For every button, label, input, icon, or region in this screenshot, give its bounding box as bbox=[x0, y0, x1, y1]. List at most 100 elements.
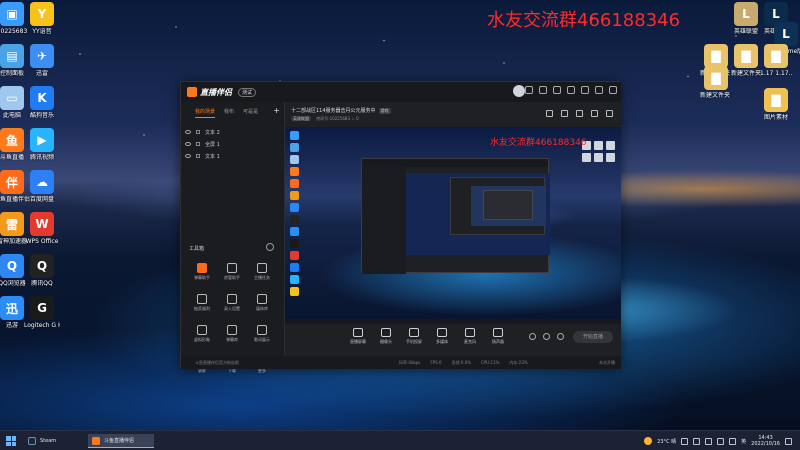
tray-app-icon[interactable] bbox=[681, 437, 689, 445]
message-icon[interactable] bbox=[525, 86, 533, 94]
stream-stats: 码率:0kbps FPS:0 丢帧:0.0% CPU:11% 内存:23% bbox=[399, 360, 528, 366]
tool-label: 弹幕库 bbox=[226, 337, 238, 342]
button-label: 直播屏幕 bbox=[350, 339, 366, 344]
audio-settings-icon[interactable] bbox=[543, 333, 550, 340]
desktop-icon[interactable]: ▇ 1.17 1.17... bbox=[760, 44, 792, 77]
game-pill[interactable]: 英雄联盟 bbox=[291, 116, 311, 121]
tool-button[interactable]: 房管助手 bbox=[217, 261, 247, 287]
tab-my-scenes[interactable]: 我的场景 bbox=[195, 108, 216, 118]
tab-two[interactable]: 我布 bbox=[224, 108, 234, 118]
user-icon[interactable] bbox=[576, 110, 583, 117]
desktop-icon[interactable]: Y YY语音 bbox=[24, 2, 60, 35]
desktop-icon[interactable]: W WPS Office bbox=[24, 212, 60, 245]
desktop-icon-label: WPS Office bbox=[25, 238, 59, 245]
tool-button[interactable]: 弹幕库 bbox=[217, 323, 247, 349]
phone-cast-button[interactable]: 手机投屏 bbox=[401, 328, 427, 345]
desktop-icon[interactable]: L 英雄联盟 bbox=[730, 2, 762, 35]
gear-icon[interactable] bbox=[557, 333, 564, 340]
lock-icon[interactable] bbox=[196, 130, 200, 134]
tool-button[interactable]: 抽奖福利 bbox=[187, 292, 217, 318]
tray-app-icon[interactable] bbox=[693, 437, 701, 445]
desktop-icon[interactable]: ▶ 腾讯视频 bbox=[24, 128, 60, 161]
eye-icon[interactable] bbox=[185, 142, 191, 146]
app-icon: G bbox=[30, 296, 54, 320]
record-icon[interactable] bbox=[529, 333, 536, 340]
desktop-icon-label: 腾讯视频 bbox=[29, 154, 54, 161]
stat-dropped: 丢帧:0.0% bbox=[451, 359, 472, 365]
bell-icon[interactable] bbox=[591, 110, 598, 117]
eye-icon[interactable] bbox=[185, 130, 191, 134]
media-button[interactable]: 多媒体 bbox=[429, 328, 455, 345]
category-badge[interactable]: 游戏 bbox=[378, 108, 391, 114]
desktop-icon[interactable]: ▇ 新建文件夹 bbox=[730, 44, 762, 77]
app-icon: 迅 bbox=[0, 296, 24, 320]
desktop-icon[interactable]: ▇ 图片素材 bbox=[760, 88, 792, 121]
maximize-icon[interactable] bbox=[595, 86, 603, 94]
tool-label: 弹幕助手 bbox=[194, 275, 210, 280]
room-title[interactable]: 十二部战区114服务器击丹公元服务中 游戏 bbox=[291, 107, 391, 114]
menu-icon[interactable] bbox=[567, 86, 575, 94]
app-icon: Q bbox=[30, 254, 54, 278]
desktop-icon[interactable]: G Logitech G HUB bbox=[24, 296, 60, 329]
tab-three[interactable]: 可是是 bbox=[243, 108, 258, 118]
start-button[interactable] bbox=[6, 436, 16, 446]
desktop-icon[interactable]: ✈ 迅雷 bbox=[24, 44, 60, 77]
taskbar-item-steam[interactable]: Steam bbox=[24, 434, 60, 448]
version-badge[interactable]: 测试 bbox=[238, 87, 257, 97]
list-item[interactable]: 文本 1 bbox=[181, 150, 284, 162]
input-language[interactable]: 英 bbox=[741, 438, 746, 445]
stream-preview[interactable]: 水友交流群466188346 bbox=[285, 127, 621, 324]
window-controls bbox=[525, 86, 617, 94]
tool-button[interactable]: 媒体库 bbox=[247, 292, 277, 318]
screen-capture-button[interactable]: 直播屏幕 bbox=[345, 328, 371, 345]
lock-icon[interactable] bbox=[196, 154, 200, 158]
tray-app-icon[interactable] bbox=[705, 437, 713, 445]
eye-icon[interactable] bbox=[185, 154, 191, 158]
weather-icon[interactable] bbox=[644, 437, 653, 445]
preview-app-icon bbox=[289, 167, 299, 176]
app-icon: ✈ bbox=[30, 44, 54, 68]
clock[interactable]: 14:43 2022/10/16 bbox=[751, 435, 780, 447]
weather-text[interactable]: 23°C 晴 bbox=[657, 438, 676, 445]
more-icon[interactable] bbox=[266, 243, 274, 251]
taskbar-item-live-companion[interactable]: 斗鱼直播伴侣 bbox=[88, 434, 154, 448]
app-icon: L bbox=[774, 22, 798, 46]
desktop-icon[interactable]: ▇ 新建文件夹 (3) bbox=[700, 66, 732, 99]
fan-group-link[interactable]: 斗鱼直播伴侣官方粉丝群 bbox=[195, 360, 239, 366]
stat-cpu: CPU:11% bbox=[481, 359, 500, 365]
desktop-icon[interactable]: K 酷狗音乐 bbox=[24, 86, 60, 119]
desktop-icon[interactable]: ☁ 百度网盘 bbox=[24, 170, 60, 203]
network-icon[interactable] bbox=[717, 437, 725, 445]
tool-button[interactable]: 主播任务 bbox=[247, 261, 277, 287]
start-live-button[interactable]: 开始直播 bbox=[573, 331, 613, 343]
avatar[interactable] bbox=[513, 85, 525, 97]
tool-button[interactable]: 虚拟形象 bbox=[187, 323, 217, 349]
volume-icon[interactable] bbox=[729, 437, 737, 445]
lock-icon[interactable] bbox=[196, 142, 200, 146]
close-icon[interactable] bbox=[609, 86, 617, 94]
list-item[interactable]: 全屏 1 bbox=[181, 138, 284, 150]
app-icon: 伴 bbox=[0, 170, 24, 194]
tool-button[interactable]: 录入设置 bbox=[217, 292, 247, 318]
tool-button[interactable]: 弹幕助手 bbox=[187, 261, 217, 287]
preview-desktop-icons bbox=[287, 131, 301, 299]
tool-icon bbox=[197, 294, 207, 304]
screen-icon[interactable] bbox=[539, 86, 547, 94]
notification-icon[interactable] bbox=[785, 437, 792, 445]
camera-button[interactable]: 摄像头 bbox=[373, 328, 399, 345]
lock-icon[interactable] bbox=[561, 110, 568, 117]
hot-count: 0 bbox=[356, 116, 359, 121]
desktop-icon[interactable]: Q 腾讯QQ bbox=[24, 254, 60, 287]
minimize-icon[interactable] bbox=[581, 86, 589, 94]
list-item[interactable]: 文本 2 bbox=[181, 126, 284, 138]
speaker-button[interactable]: 扬声器 bbox=[485, 328, 511, 345]
tool-button[interactable]: 歌词展示 bbox=[247, 323, 277, 349]
tool-icon bbox=[227, 325, 237, 335]
share-icon[interactable] bbox=[606, 110, 613, 117]
gift-icon[interactable] bbox=[546, 110, 553, 117]
settings-icon[interactable] bbox=[553, 86, 561, 94]
left-panel: 我的场景 我布 可是是 + 文本 2 全屏 1 文本 1 工具箱 弹幕助手 房管助… bbox=[181, 102, 285, 373]
microphone-button[interactable]: 麦克风 bbox=[457, 328, 483, 345]
add-source-button[interactable]: + bbox=[273, 106, 280, 115]
desktop-icon-label: 百度网盘 bbox=[29, 196, 54, 203]
